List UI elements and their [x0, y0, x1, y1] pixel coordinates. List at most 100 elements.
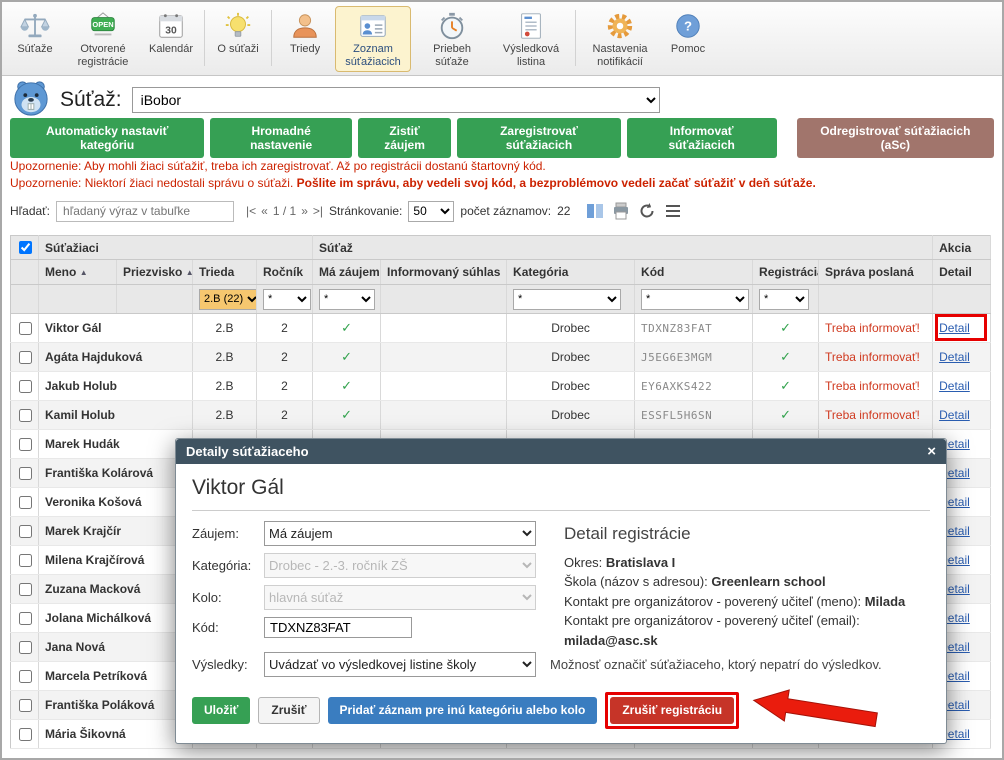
page-size-select[interactable]: 50: [408, 201, 454, 222]
row-checkbox[interactable]: [19, 496, 32, 509]
pager-first-button[interactable]: |<: [246, 204, 256, 218]
close-icon[interactable]: ×: [927, 444, 936, 459]
cell-detail: Detail: [933, 401, 991, 430]
modal-header[interactable]: Detaily súťažiaceho ×: [176, 439, 946, 464]
add-record-button[interactable]: Pridať záznam pre inú kategóriu alebo ko…: [328, 697, 598, 724]
unregister-participants-button[interactable]: Odregistrovať súťažiacich (aSc): [797, 118, 994, 158]
table-row: Viktor Gál 2.B 2 ✓ Drobec TDXNZ83FAT ✓ T…: [11, 314, 991, 343]
row-checkbox[interactable]: [19, 670, 32, 683]
cell-name: Veronika Košová: [39, 488, 193, 517]
cell-kod: TDXNZ83FAT: [635, 314, 753, 343]
row-checkbox[interactable]: [19, 467, 32, 480]
row-checkbox[interactable]: [19, 409, 32, 422]
cell-ma-zaujem: ✓: [313, 314, 381, 343]
auto-category-button[interactable]: Automaticky nastaviť kategóriu: [10, 118, 204, 158]
detail-link[interactable]: Detail: [939, 408, 970, 422]
pager-last-button[interactable]: >|: [313, 204, 323, 218]
group-header-akcia: Akcia: [933, 236, 991, 260]
svg-text:OPEN: OPEN: [92, 20, 113, 29]
toolbar-item-kalendar[interactable]: 30 Kalendár: [144, 6, 198, 60]
search-label: Hľadať:: [10, 204, 50, 218]
row-checkbox[interactable]: [19, 351, 32, 364]
row-checkbox[interactable]: [19, 554, 32, 567]
vysledky-select[interactable]: Uvádzať vo výsledkovej listine školy: [264, 652, 536, 677]
warning-line: Upozornenie: Aby mohli žiaci súťažiť, tr…: [10, 158, 994, 175]
refresh-icon[interactable]: [638, 202, 656, 220]
records-label: počet záznamov:: [460, 204, 551, 218]
header-sprava-poslana[interactable]: Správa poslaná: [819, 260, 933, 285]
toolbar-separator: [204, 10, 205, 66]
filter-registracia-select[interactable]: *: [759, 289, 809, 310]
header-checkbox-col: [11, 260, 39, 285]
detail-link[interactable]: Detail: [939, 321, 970, 335]
toolbar-item-triedy[interactable]: Triedy: [278, 6, 332, 60]
header-kategoria[interactable]: Kategória: [507, 260, 635, 285]
zaujem-select[interactable]: Má záujem: [264, 521, 536, 546]
filter-kod-select[interactable]: *: [641, 289, 749, 310]
header-rocnik[interactable]: Ročník: [257, 260, 313, 285]
save-button[interactable]: Uložiť: [192, 697, 250, 724]
toolbar-item-priebeh-sutaze[interactable]: Priebeh súťaže: [414, 6, 490, 72]
row-checkbox[interactable]: [19, 438, 32, 451]
list-view-icon[interactable]: [664, 202, 682, 220]
cancel-registration-button[interactable]: Zrušiť registráciu: [610, 697, 734, 724]
toolbar-item-nastavenia-notifikacii[interactable]: Nastavenia notifikácií: [582, 6, 658, 72]
toolbar-item-o-sutazi[interactable]: O súťaži: [211, 6, 265, 60]
search-input[interactable]: [56, 201, 234, 222]
header-kod[interactable]: Kód: [635, 260, 753, 285]
header-ma-zaujem[interactable]: Má záujem: [313, 260, 381, 285]
header-meno[interactable]: Meno ▲: [39, 260, 117, 285]
row-checkbox[interactable]: [19, 612, 32, 625]
row-checkbox[interactable]: [19, 525, 32, 538]
check-interest-button[interactable]: Zistiť záujem: [358, 118, 451, 158]
inform-participants-button[interactable]: Informovať súťažiacich: [627, 118, 777, 158]
header-trieda[interactable]: Trieda: [193, 260, 257, 285]
row-checkbox[interactable]: [19, 380, 32, 393]
red-arrow-icon: [749, 679, 882, 741]
action-button-row: Automaticky nastaviť kategóriu Hromadné …: [2, 122, 1002, 153]
zaujem-label: Záujem:: [192, 526, 264, 541]
competition-select[interactable]: iBobor: [132, 87, 660, 113]
scales-icon: [20, 10, 50, 42]
sort-asc-icon: ▲: [186, 268, 193, 277]
filter-trieda-select[interactable]: 2.B (22): [199, 289, 257, 310]
toolbar-item-otvorene-registracie[interactable]: OPEN Otvorené registrácie: [65, 6, 141, 72]
register-participants-button[interactable]: Zaregistrovať súťažiacich: [457, 118, 620, 158]
bulb-icon: [223, 10, 253, 42]
modal-body: Viktor Gál Záujem: Má záujem Kategória: …: [176, 464, 946, 743]
row-checkbox[interactable]: [19, 583, 32, 596]
cancel-button[interactable]: Zrušiť: [258, 697, 319, 724]
columns-icon[interactable]: [586, 202, 604, 220]
detail-link[interactable]: Detail: [939, 350, 970, 364]
kategoria-select: Drobec - 2.-3. ročník ZŠ: [264, 553, 536, 578]
filter-ma-zaujem-select[interactable]: *: [319, 289, 375, 310]
printer-icon[interactable]: [612, 202, 630, 220]
filter-rocnik-select[interactable]: *: [263, 289, 311, 310]
toolbar-item-zoznam-sutaziacich[interactable]: Zoznam súťažiacich: [335, 6, 411, 72]
toolbar-item-label: Nastavenia notifikácií: [587, 43, 653, 68]
row-checkbox[interactable]: [19, 699, 32, 712]
pager-next-button[interactable]: »: [301, 204, 308, 218]
select-all-checkbox[interactable]: [19, 241, 32, 254]
header-registracia[interactable]: Registrácia: [753, 260, 819, 285]
header-informovany-suhlas[interactable]: Informovaný súhlas: [381, 260, 507, 285]
kod-input[interactable]: [264, 617, 412, 638]
row-checkbox[interactable]: [19, 641, 32, 654]
filter-kategoria-select[interactable]: *: [513, 289, 621, 310]
calendar-icon: 30: [156, 10, 186, 42]
row-checkbox[interactable]: [19, 728, 32, 741]
pager: |< « 1 / 1 » >|: [246, 204, 323, 218]
bulk-settings-button[interactable]: Hromadné nastavenie: [210, 118, 352, 158]
toolbar-item-vysledkova-listina[interactable]: Výsledková listina: [493, 6, 569, 72]
row-checkbox[interactable]: [19, 322, 32, 335]
detail-link[interactable]: Detail: [939, 379, 970, 393]
cell-registracia: ✓: [753, 314, 819, 343]
header-priezvisko[interactable]: Priezvisko ▲: [117, 260, 193, 285]
table-row: Jakub Holub 2.B 2 ✓ Drobec EY6AXKS422 ✓ …: [11, 372, 991, 401]
toolbar-item-sutaze[interactable]: Súťaže: [8, 6, 62, 60]
toolbar-item-pomoc[interactable]: ? Pomoc: [661, 6, 715, 60]
cell-ma-zaujem: ✓: [313, 401, 381, 430]
participant-detail-modal: Detaily súťažiaceho × Viktor Gál Záujem:…: [175, 438, 947, 744]
pager-prev-button[interactable]: «: [261, 204, 268, 218]
cell-name: Agáta Hajduková: [39, 343, 193, 372]
